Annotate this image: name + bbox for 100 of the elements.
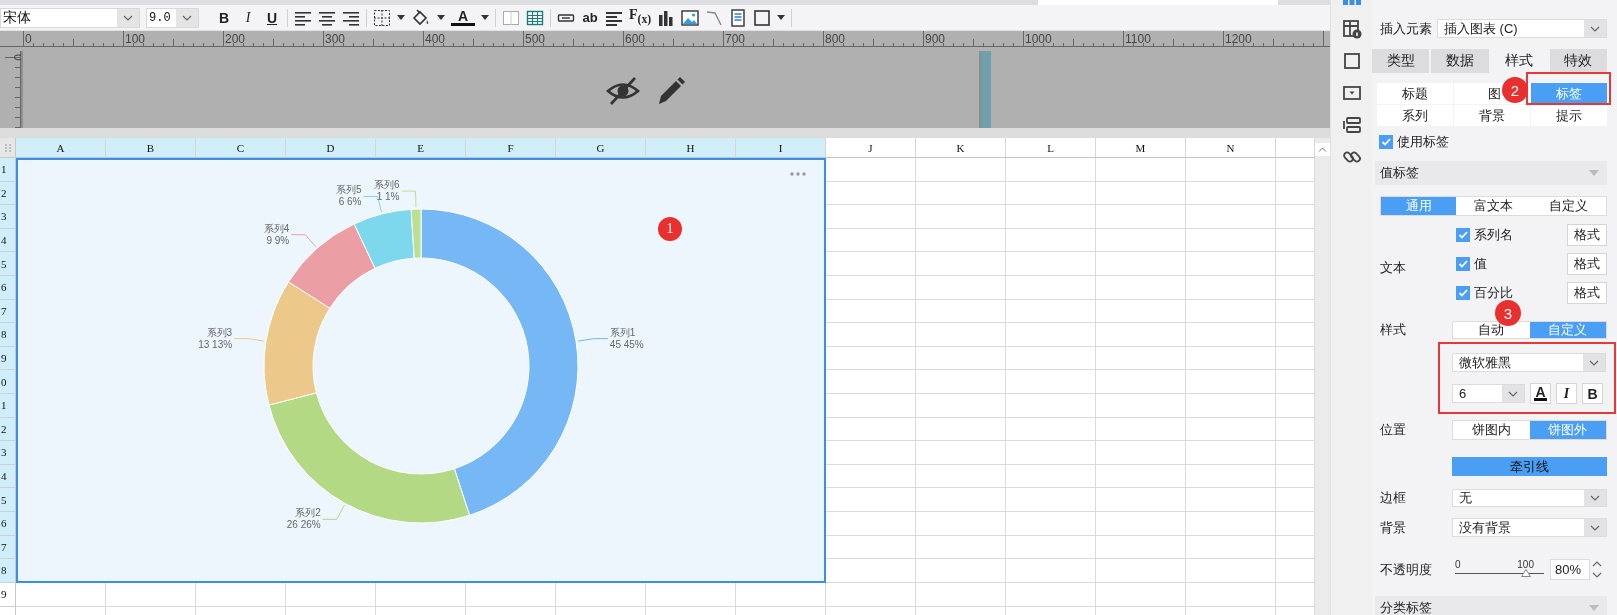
grid-cell[interactable] bbox=[1006, 275, 1096, 300]
row-header[interactable]: 2 bbox=[0, 417, 16, 442]
grid-cell[interactable] bbox=[916, 346, 1006, 371]
image-icon[interactable] bbox=[681, 8, 700, 27]
grid-cell[interactable] bbox=[1006, 582, 1096, 607]
column-header[interactable]: M bbox=[1096, 138, 1186, 158]
grid-cell[interactable] bbox=[1006, 464, 1096, 489]
column-header[interactable]: G bbox=[556, 138, 646, 158]
collapse-caret-icon[interactable] bbox=[1589, 605, 1599, 611]
grid-cell[interactable] bbox=[1096, 228, 1186, 253]
column-header[interactable]: A bbox=[16, 138, 106, 158]
grid-cell[interactable] bbox=[916, 582, 1006, 607]
grid-cell[interactable] bbox=[1186, 370, 1276, 394]
font-size-dropdown[interactable]: 9.0 bbox=[146, 7, 199, 28]
chevron-icon[interactable] bbox=[1590, 524, 1600, 531]
tab[interactable]: 特效 bbox=[1549, 49, 1607, 73]
grid-cell[interactable] bbox=[826, 582, 916, 607]
subtab[interactable]: 提示 bbox=[1531, 105, 1607, 126]
chevron-icon[interactable] bbox=[123, 14, 133, 21]
row-header[interactable]: 5 bbox=[0, 488, 16, 512]
chevron-icon[interactable] bbox=[1589, 359, 1599, 366]
grid-cell[interactable] bbox=[1006, 535, 1096, 560]
grid-cell[interactable] bbox=[1006, 488, 1096, 512]
row-header[interactable]: 8 bbox=[0, 559, 16, 583]
grid-cell[interactable] bbox=[1006, 181, 1096, 206]
grid-cell[interactable] bbox=[916, 299, 1006, 324]
column-header[interactable]: F bbox=[466, 138, 556, 158]
checkbox[interactable] bbox=[1456, 228, 1470, 242]
format-button[interactable]: 格式 bbox=[1567, 282, 1607, 304]
grid-cell[interactable] bbox=[1186, 158, 1276, 182]
grid-cell[interactable] bbox=[1096, 181, 1186, 206]
chevron-icon[interactable] bbox=[1508, 390, 1518, 397]
grid-cell[interactable] bbox=[916, 158, 1006, 182]
checkbox[interactable] bbox=[1456, 257, 1470, 271]
grid-cell[interactable] bbox=[1006, 299, 1096, 324]
row-header[interactable]: 2 bbox=[0, 181, 16, 206]
row-header[interactable]: 6 bbox=[0, 275, 16, 300]
grid-cell[interactable] bbox=[1186, 252, 1276, 276]
grid-cell[interactable] bbox=[916, 370, 1006, 394]
element-dropdown[interactable]: 插入图表 (C) bbox=[1437, 19, 1607, 38]
pencil-icon[interactable] bbox=[656, 75, 686, 106]
frame-icon[interactable] bbox=[753, 8, 772, 27]
chevron-icon[interactable] bbox=[1590, 495, 1600, 501]
merge-cells-icon[interactable] bbox=[502, 8, 520, 27]
row-header[interactable]: 3 bbox=[0, 205, 16, 229]
grid-cell[interactable] bbox=[1096, 535, 1186, 560]
row-header[interactable]: 3 bbox=[0, 441, 16, 465]
grid-cell[interactable] bbox=[916, 205, 1006, 229]
row-header[interactable]: 1 bbox=[0, 158, 16, 182]
grid-cell[interactable] bbox=[1186, 323, 1276, 347]
grid-cell[interactable] bbox=[1186, 488, 1276, 512]
row-header[interactable]: 9 bbox=[0, 582, 16, 607]
stacked-bars-icon[interactable] bbox=[1341, 115, 1362, 135]
checkbox[interactable] bbox=[1456, 286, 1470, 300]
grid-cell[interactable] bbox=[1186, 441, 1276, 465]
grid-cell[interactable] bbox=[1186, 275, 1276, 300]
column-header[interactable]: I bbox=[736, 138, 826, 158]
grid-cell[interactable] bbox=[916, 252, 1006, 276]
italic-button[interactable]: I bbox=[1556, 383, 1577, 404]
grid-cell[interactable] bbox=[1186, 299, 1276, 324]
grid-cell[interactable] bbox=[1186, 464, 1276, 489]
grid-cell[interactable] bbox=[1096, 275, 1186, 300]
mode-tab[interactable]: 富文本 bbox=[1456, 197, 1531, 215]
grid-cell[interactable] bbox=[916, 559, 1006, 583]
grid-cell[interactable] bbox=[1186, 535, 1276, 560]
column-header[interactable]: J bbox=[826, 138, 916, 158]
row-header[interactable]: 7 bbox=[0, 535, 16, 560]
grid-cell[interactable] bbox=[1006, 559, 1096, 583]
grid-cell[interactable] bbox=[1006, 417, 1096, 442]
square-icon[interactable] bbox=[1341, 51, 1362, 71]
grid-cell[interactable] bbox=[1096, 299, 1186, 324]
row-header[interactable]: 8 bbox=[0, 323, 16, 347]
grid-cell[interactable] bbox=[1186, 417, 1276, 442]
grid-cell[interactable] bbox=[1006, 441, 1096, 465]
grid-cell[interactable] bbox=[916, 535, 1006, 560]
grid-cell[interactable] bbox=[1186, 582, 1276, 607]
grid-cell[interactable] bbox=[916, 511, 1006, 536]
chevron-icon[interactable] bbox=[182, 14, 192, 21]
column-header[interactable]: E bbox=[376, 138, 466, 158]
fill-bucket-icon[interactable] bbox=[411, 8, 431, 27]
column-header[interactable]: L bbox=[1006, 138, 1096, 158]
column-header[interactable]: C bbox=[196, 138, 286, 158]
grid-cell[interactable] bbox=[916, 181, 1006, 206]
column-header[interactable]: B bbox=[106, 138, 196, 158]
row-header[interactable]: 4 bbox=[0, 464, 16, 489]
grid-cell[interactable] bbox=[1006, 346, 1096, 371]
grid-cell[interactable] bbox=[1006, 393, 1096, 418]
underline-button[interactable]: U bbox=[263, 7, 281, 28]
row-header[interactable]: 4 bbox=[0, 228, 16, 253]
grid-cell[interactable] bbox=[1096, 559, 1186, 583]
grid-cell[interactable] bbox=[916, 488, 1006, 512]
format-button[interactable]: 格式 bbox=[1567, 253, 1607, 275]
font-dropdown[interactable]: 宋体 bbox=[0, 7, 140, 28]
grid-cell[interactable] bbox=[1186, 181, 1276, 206]
column-header[interactable]: N bbox=[1186, 138, 1276, 158]
diagonal-line-icon[interactable] bbox=[705, 8, 724, 27]
grid-cell[interactable] bbox=[1096, 441, 1186, 465]
position-option[interactable]: 饼图内 bbox=[1453, 421, 1530, 439]
more-icon[interactable] bbox=[790, 172, 806, 176]
font-size-dropdown[interactable]: 6 bbox=[1452, 384, 1525, 403]
